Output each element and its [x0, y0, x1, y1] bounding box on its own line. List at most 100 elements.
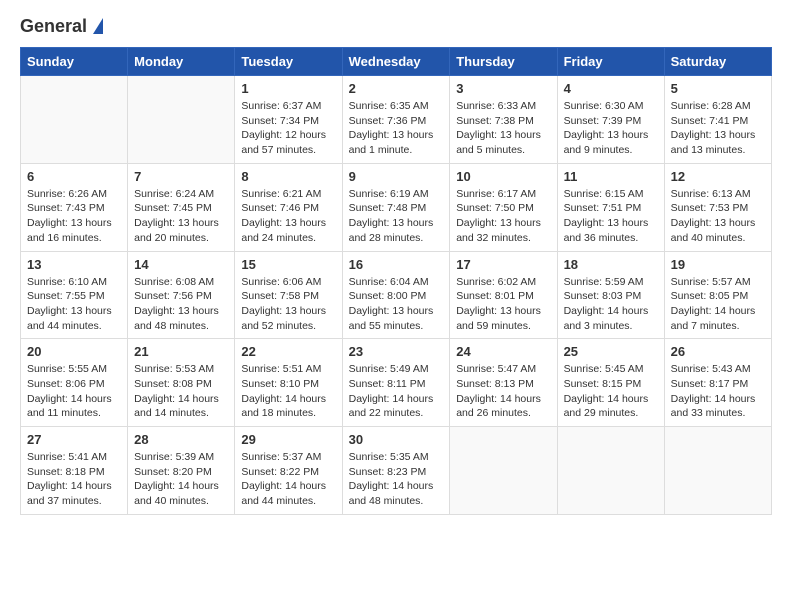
day-number: 21 [134, 344, 228, 359]
day-number: 26 [671, 344, 765, 359]
day-number: 14 [134, 257, 228, 272]
week-row-5: 27 Sunrise: 5:41 AM Sunset: 8:18 PM Dayli… [21, 427, 772, 515]
day-number: 27 [27, 432, 121, 447]
calendar-cell: 19 Sunrise: 5:57 AM Sunset: 8:05 PM Dayli… [664, 251, 771, 339]
day-info: Sunrise: 6:17 AM Sunset: 7:50 PM Dayligh… [456, 187, 550, 246]
calendar-cell [450, 427, 557, 515]
calendar-cell: 6 Sunrise: 6:26 AM Sunset: 7:43 PM Daylig… [21, 163, 128, 251]
header: General [20, 16, 772, 35]
weekday-header-thursday: Thursday [450, 48, 557, 76]
calendar-cell: 7Sunrise: 6:24 AM Sunset: 7:45 PM Daylig… [128, 163, 235, 251]
day-number: 24 [456, 344, 550, 359]
calendar-cell: 29Sunrise: 5:37 AM Sunset: 8:22 PM Dayli… [235, 427, 342, 515]
day-number: 2 [349, 81, 444, 96]
calendar-cell [557, 427, 664, 515]
day-info: Sunrise: 6:04 AM Sunset: 8:00 PM Dayligh… [349, 275, 444, 334]
day-number: 16 [349, 257, 444, 272]
calendar-cell: 4 Sunrise: 6:30 AM Sunset: 7:39 PM Daylig… [557, 76, 664, 164]
calendar-cell [21, 76, 128, 164]
day-number: 18 [564, 257, 658, 272]
calendar-cell: 9 Sunrise: 6:19 AM Sunset: 7:48 PM Daylig… [342, 163, 450, 251]
day-number: 6 [27, 169, 121, 184]
day-number: 8 [241, 169, 335, 184]
day-info: Sunrise: 6:35 AM Sunset: 7:36 PM Dayligh… [349, 99, 444, 158]
weekday-header-wednesday: Wednesday [342, 48, 450, 76]
day-number: 15 [241, 257, 335, 272]
weekday-header-row: SundayMondayTuesdayWednesdayThursdayFrid… [21, 48, 772, 76]
calendar-cell: 1Sunrise: 6:37 AM Sunset: 7:34 PM Daylig… [235, 76, 342, 164]
calendar-cell: 17Sunrise: 6:02 AM Sunset: 8:01 PM Dayli… [450, 251, 557, 339]
calendar-cell: 30Sunrise: 5:35 AM Sunset: 8:23 PM Dayli… [342, 427, 450, 515]
weekday-header-friday: Friday [557, 48, 664, 76]
day-number: 23 [349, 344, 444, 359]
day-info: Sunrise: 6:19 AM Sunset: 7:48 PM Dayligh… [349, 187, 444, 246]
day-info: Sunrise: 6:08 AM Sunset: 7:56 PM Dayligh… [134, 275, 228, 334]
day-info: Sunrise: 5:59 AM Sunset: 8:03 PM Dayligh… [564, 275, 658, 334]
calendar-cell: 15Sunrise: 6:06 AM Sunset: 7:58 PM Dayli… [235, 251, 342, 339]
calendar: SundayMondayTuesdayWednesdayThursdayFrid… [20, 47, 772, 515]
calendar-cell: 18 Sunrise: 5:59 AM Sunset: 8:03 PM Dayli… [557, 251, 664, 339]
day-info: Sunrise: 5:39 AM Sunset: 8:20 PM Dayligh… [134, 450, 228, 509]
day-number: 10 [456, 169, 550, 184]
day-info: Sunrise: 6:21 AM Sunset: 7:46 PM Dayligh… [241, 187, 335, 246]
day-number: 25 [564, 344, 658, 359]
calendar-cell: 25 Sunrise: 5:45 AM Sunset: 8:15 PM Dayli… [557, 339, 664, 427]
day-info: Sunrise: 6:10 AM Sunset: 7:55 PM Dayligh… [27, 275, 121, 334]
logo-triangle-icon [93, 18, 103, 34]
day-number: 17 [456, 257, 550, 272]
day-info: Sunrise: 5:53 AM Sunset: 8:08 PM Dayligh… [134, 362, 228, 421]
day-info: Sunrise: 5:51 AM Sunset: 8:10 PM Dayligh… [241, 362, 335, 421]
day-info: Sunrise: 5:41 AM Sunset: 8:18 PM Dayligh… [27, 450, 121, 509]
day-info: Sunrise: 5:35 AM Sunset: 8:23 PM Dayligh… [349, 450, 444, 509]
calendar-cell [128, 76, 235, 164]
week-row-4: 20 Sunrise: 5:55 AM Sunset: 8:06 PM Dayli… [21, 339, 772, 427]
calendar-cell: 28Sunrise: 5:39 AM Sunset: 8:20 PM Dayli… [128, 427, 235, 515]
calendar-cell: 21 Sunrise: 5:53 AM Sunset: 8:08 PM Dayli… [128, 339, 235, 427]
day-info: Sunrise: 6:30 AM Sunset: 7:39 PM Dayligh… [564, 99, 658, 158]
day-info: Sunrise: 5:55 AM Sunset: 8:06 PM Dayligh… [27, 362, 121, 421]
calendar-cell: 24 Sunrise: 5:47 AM Sunset: 8:13 PM Dayli… [450, 339, 557, 427]
day-number: 29 [241, 432, 335, 447]
day-number: 20 [27, 344, 121, 359]
day-info: Sunrise: 5:45 AM Sunset: 8:15 PM Dayligh… [564, 362, 658, 421]
calendar-cell: 27 Sunrise: 5:41 AM Sunset: 8:18 PM Dayli… [21, 427, 128, 515]
calendar-cell: 13 Sunrise: 6:10 AM Sunset: 7:55 PM Dayli… [21, 251, 128, 339]
calendar-cell [664, 427, 771, 515]
calendar-cell: 5Sunrise: 6:28 AM Sunset: 7:41 PM Daylig… [664, 76, 771, 164]
calendar-cell: 22 Sunrise: 5:51 AM Sunset: 8:10 PM Dayli… [235, 339, 342, 427]
day-info: Sunrise: 6:13 AM Sunset: 7:53 PM Dayligh… [671, 187, 765, 246]
day-number: 12 [671, 169, 765, 184]
calendar-cell: 2 Sunrise: 6:35 AM Sunset: 7:36 PM Daylig… [342, 76, 450, 164]
weekday-header-monday: Monday [128, 48, 235, 76]
day-info: Sunrise: 5:49 AM Sunset: 8:11 PM Dayligh… [349, 362, 444, 421]
week-row-1: 1Sunrise: 6:37 AM Sunset: 7:34 PM Daylig… [21, 76, 772, 164]
day-number: 13 [27, 257, 121, 272]
calendar-cell: 16 Sunrise: 6:04 AM Sunset: 8:00 PM Dayli… [342, 251, 450, 339]
day-info: Sunrise: 6:26 AM Sunset: 7:43 PM Dayligh… [27, 187, 121, 246]
calendar-cell: 26 Sunrise: 5:43 AM Sunset: 8:17 PM Dayli… [664, 339, 771, 427]
day-number: 19 [671, 257, 765, 272]
weekday-header-sunday: Sunday [21, 48, 128, 76]
calendar-cell: 3Sunrise: 6:33 AM Sunset: 7:38 PM Daylig… [450, 76, 557, 164]
day-number: 22 [241, 344, 335, 359]
day-info: Sunrise: 5:47 AM Sunset: 8:13 PM Dayligh… [456, 362, 550, 421]
logo-general: General [20, 16, 87, 37]
day-info: Sunrise: 5:43 AM Sunset: 8:17 PM Dayligh… [671, 362, 765, 421]
calendar-cell: 20 Sunrise: 5:55 AM Sunset: 8:06 PM Dayli… [21, 339, 128, 427]
calendar-cell: 12 Sunrise: 6:13 AM Sunset: 7:53 PM Dayli… [664, 163, 771, 251]
calendar-cell: 23 Sunrise: 5:49 AM Sunset: 8:11 PM Dayli… [342, 339, 450, 427]
day-number: 11 [564, 169, 658, 184]
day-number: 4 [564, 81, 658, 96]
day-number: 7 [134, 169, 228, 184]
week-row-3: 13 Sunrise: 6:10 AM Sunset: 7:55 PM Dayli… [21, 251, 772, 339]
week-row-2: 6 Sunrise: 6:26 AM Sunset: 7:43 PM Daylig… [21, 163, 772, 251]
day-number: 1 [241, 81, 335, 96]
day-number: 9 [349, 169, 444, 184]
weekday-header-tuesday: Tuesday [235, 48, 342, 76]
day-info: Sunrise: 5:57 AM Sunset: 8:05 PM Dayligh… [671, 275, 765, 334]
calendar-cell: 11 Sunrise: 6:15 AM Sunset: 7:51 PM Dayli… [557, 163, 664, 251]
day-info: Sunrise: 6:15 AM Sunset: 7:51 PM Dayligh… [564, 187, 658, 246]
calendar-cell: 10 Sunrise: 6:17 AM Sunset: 7:50 PM Dayli… [450, 163, 557, 251]
calendar-cell: 8 Sunrise: 6:21 AM Sunset: 7:46 PM Daylig… [235, 163, 342, 251]
logo: General [20, 16, 103, 35]
